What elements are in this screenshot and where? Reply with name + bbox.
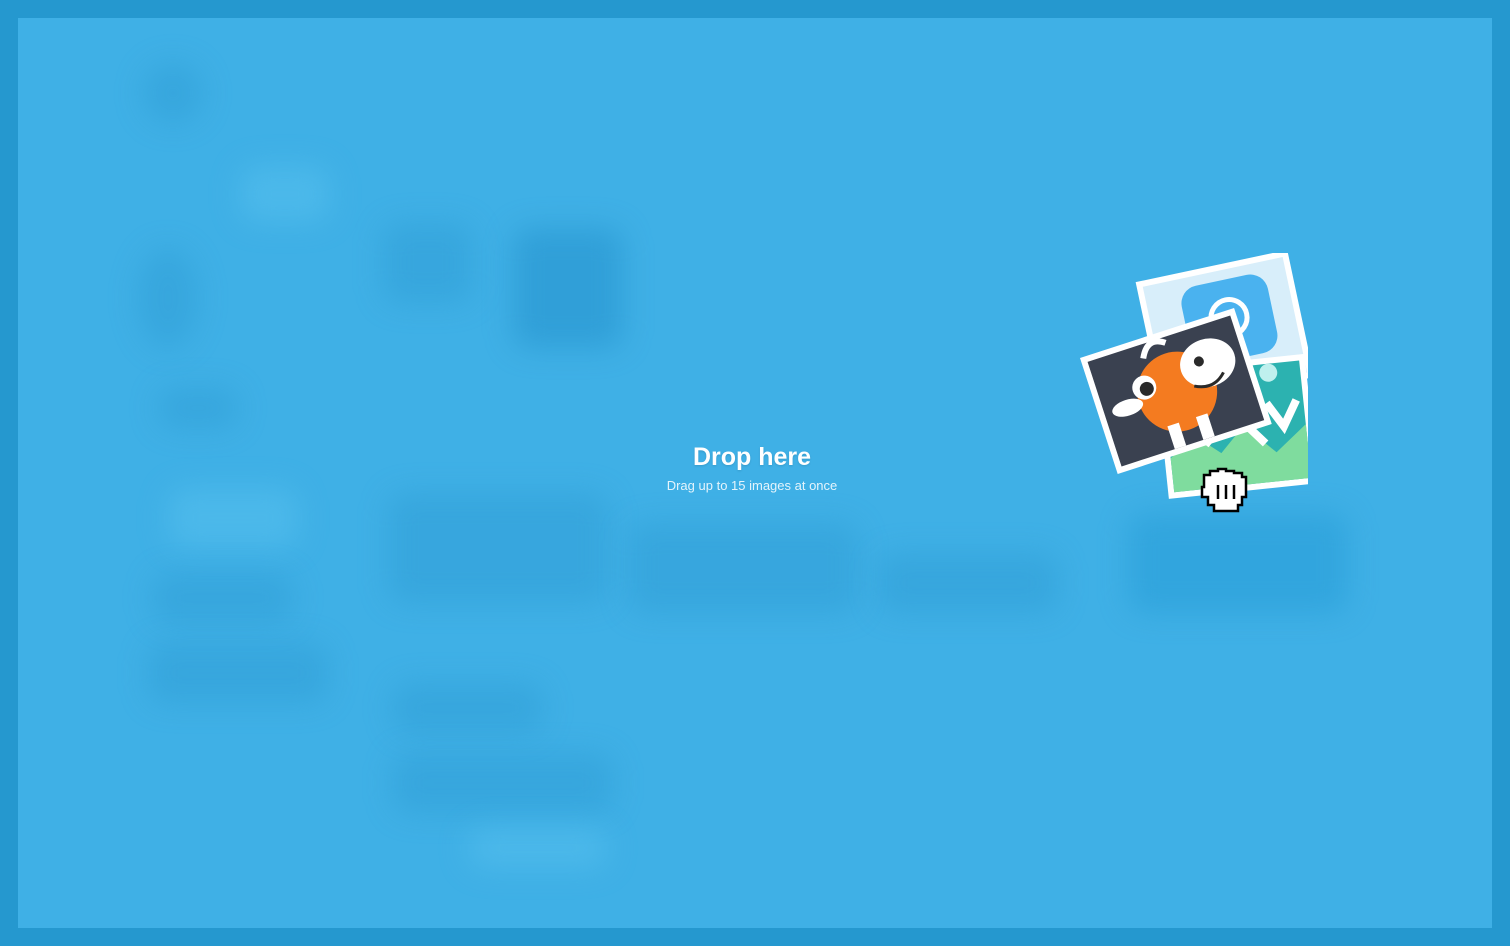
blurred-sidebar-item bbox=[148, 643, 328, 703]
blurred-section bbox=[468, 828, 608, 868]
photo-stack-icon bbox=[1080, 249, 1319, 513]
blurred-sidebar-item bbox=[158, 388, 238, 428]
grab-hand-cursor-icon bbox=[1200, 467, 1248, 513]
blurred-row bbox=[388, 493, 608, 603]
blurred-sidebar-item bbox=[168, 488, 298, 548]
blurred-row bbox=[1128, 513, 1348, 613]
drop-overlay[interactable]: Drop here Drag up to 15 images at once bbox=[18, 18, 1492, 928]
blurred-section bbox=[393, 753, 613, 813]
blurred-row bbox=[628, 523, 858, 613]
blurred-avatar bbox=[138, 248, 198, 348]
blurred-row bbox=[878, 553, 1058, 613]
blurred-logo bbox=[143, 63, 203, 123]
blurred-card bbox=[513, 228, 623, 348]
blurred-section bbox=[393, 683, 543, 733]
blurred-card bbox=[383, 223, 473, 303]
blurred-sidebar-item bbox=[153, 573, 293, 623]
blurred-sidebar-button bbox=[240, 166, 330, 222]
photo-stack-illustration bbox=[1058, 249, 1319, 523]
